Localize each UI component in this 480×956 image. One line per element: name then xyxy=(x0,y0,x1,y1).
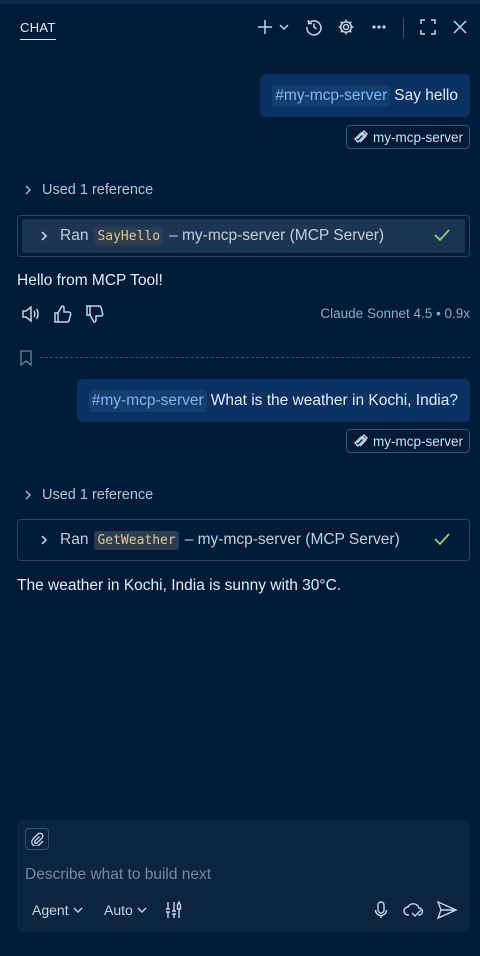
send-icon[interactable] xyxy=(436,900,458,924)
checkpoint-divider xyxy=(40,357,470,358)
used-reference-toggle[interactable]: Used 1 reference xyxy=(24,182,153,198)
tool-call-row[interactable]: Ran SayHello – my-mcp-server (MCP Server… xyxy=(22,219,465,253)
tool-call-row[interactable]: Ran GetWeather – my-mcp-server (MCP Serv… xyxy=(22,523,465,557)
chevron-right-icon xyxy=(25,490,31,500)
tool-prefix: Ran xyxy=(60,531,89,548)
user-message: #my-mcp-server Say hello xyxy=(260,74,470,117)
tools-icon xyxy=(354,130,368,143)
chevron-right-icon xyxy=(25,185,31,195)
chat-input-box: Agent Auto xyxy=(17,820,470,932)
tools-icon xyxy=(354,434,368,447)
bookmark-icon[interactable] xyxy=(20,350,32,370)
thumbs-down-icon[interactable] xyxy=(84,304,106,328)
chevron-down-icon[interactable] xyxy=(276,16,292,38)
chevron-right-icon xyxy=(41,535,48,545)
reference-chip-label: my-mcp-server xyxy=(373,129,463,145)
tools-icon[interactable] xyxy=(164,900,184,924)
tool-suffix: – my-mcp-server (MCP Server) xyxy=(169,227,385,244)
mention-tag[interactable]: #my-mcp-server xyxy=(88,389,207,412)
paperclip-icon[interactable] xyxy=(25,828,49,850)
plus-icon[interactable] xyxy=(254,16,276,38)
reference-chip[interactable]: my-mcp-server xyxy=(346,429,470,453)
tool-call-box: Ran GetWeather – my-mcp-server (MCP Serv… xyxy=(17,519,470,561)
model-picker-label: Auto xyxy=(104,902,133,918)
tab-chat[interactable]: CHAT xyxy=(20,20,56,40)
cloud-icon[interactable] xyxy=(403,900,425,924)
ellipsis-icon[interactable] xyxy=(368,16,390,38)
tool-prefix: Ran xyxy=(60,227,89,244)
chat-input[interactable] xyxy=(25,866,445,884)
reference-chip-label: my-mcp-server xyxy=(373,433,463,449)
user-message-text: Say hello xyxy=(394,86,458,104)
chevron-down-icon xyxy=(73,907,83,913)
gear-icon[interactable] xyxy=(335,16,357,38)
close-icon[interactable] xyxy=(449,16,471,38)
response-actions xyxy=(20,304,106,328)
header-separator xyxy=(403,18,404,38)
tool-name: GetWeather xyxy=(94,530,179,550)
user-message-text: What is the weather in Kochi, India? xyxy=(210,391,458,409)
tool-call-box: Ran SayHello – my-mcp-server (MCP Server… xyxy=(17,215,470,257)
assistant-response: Hello from MCP Tool! xyxy=(17,272,163,289)
thumbs-up-icon[interactable] xyxy=(52,304,74,328)
chat-header: CHAT xyxy=(0,4,480,48)
used-reference-label: Used 1 reference xyxy=(42,182,154,198)
model-picker[interactable]: Auto xyxy=(104,902,147,918)
mode-picker[interactable]: Agent xyxy=(32,902,83,918)
used-reference-toggle[interactable]: Used 1 reference xyxy=(24,487,153,503)
mention-tag[interactable]: #my-mcp-server xyxy=(272,84,391,107)
check-icon xyxy=(433,228,451,246)
chevron-right-icon xyxy=(41,231,48,241)
tool-suffix: – my-mcp-server (MCP Server) xyxy=(184,531,400,548)
reference-chip[interactable]: my-mcp-server xyxy=(346,125,470,149)
mode-picker-label: Agent xyxy=(32,902,69,918)
assistant-response: The weather in Kochi, India is sunny wit… xyxy=(17,577,342,594)
chevron-down-icon xyxy=(137,907,147,913)
history-icon[interactable] xyxy=(303,16,325,38)
used-reference-label: Used 1 reference xyxy=(42,487,154,503)
user-message: #my-mcp-server What is the weather in Ko… xyxy=(76,379,470,422)
check-icon xyxy=(433,532,451,550)
speaker-icon[interactable] xyxy=(20,304,42,328)
microphone-icon[interactable] xyxy=(373,900,389,924)
model-info: Claude Sonnet 4.5 • 0.9x xyxy=(320,306,470,321)
maximize-icon[interactable] xyxy=(417,16,439,38)
tool-name: SayHello xyxy=(94,226,164,246)
